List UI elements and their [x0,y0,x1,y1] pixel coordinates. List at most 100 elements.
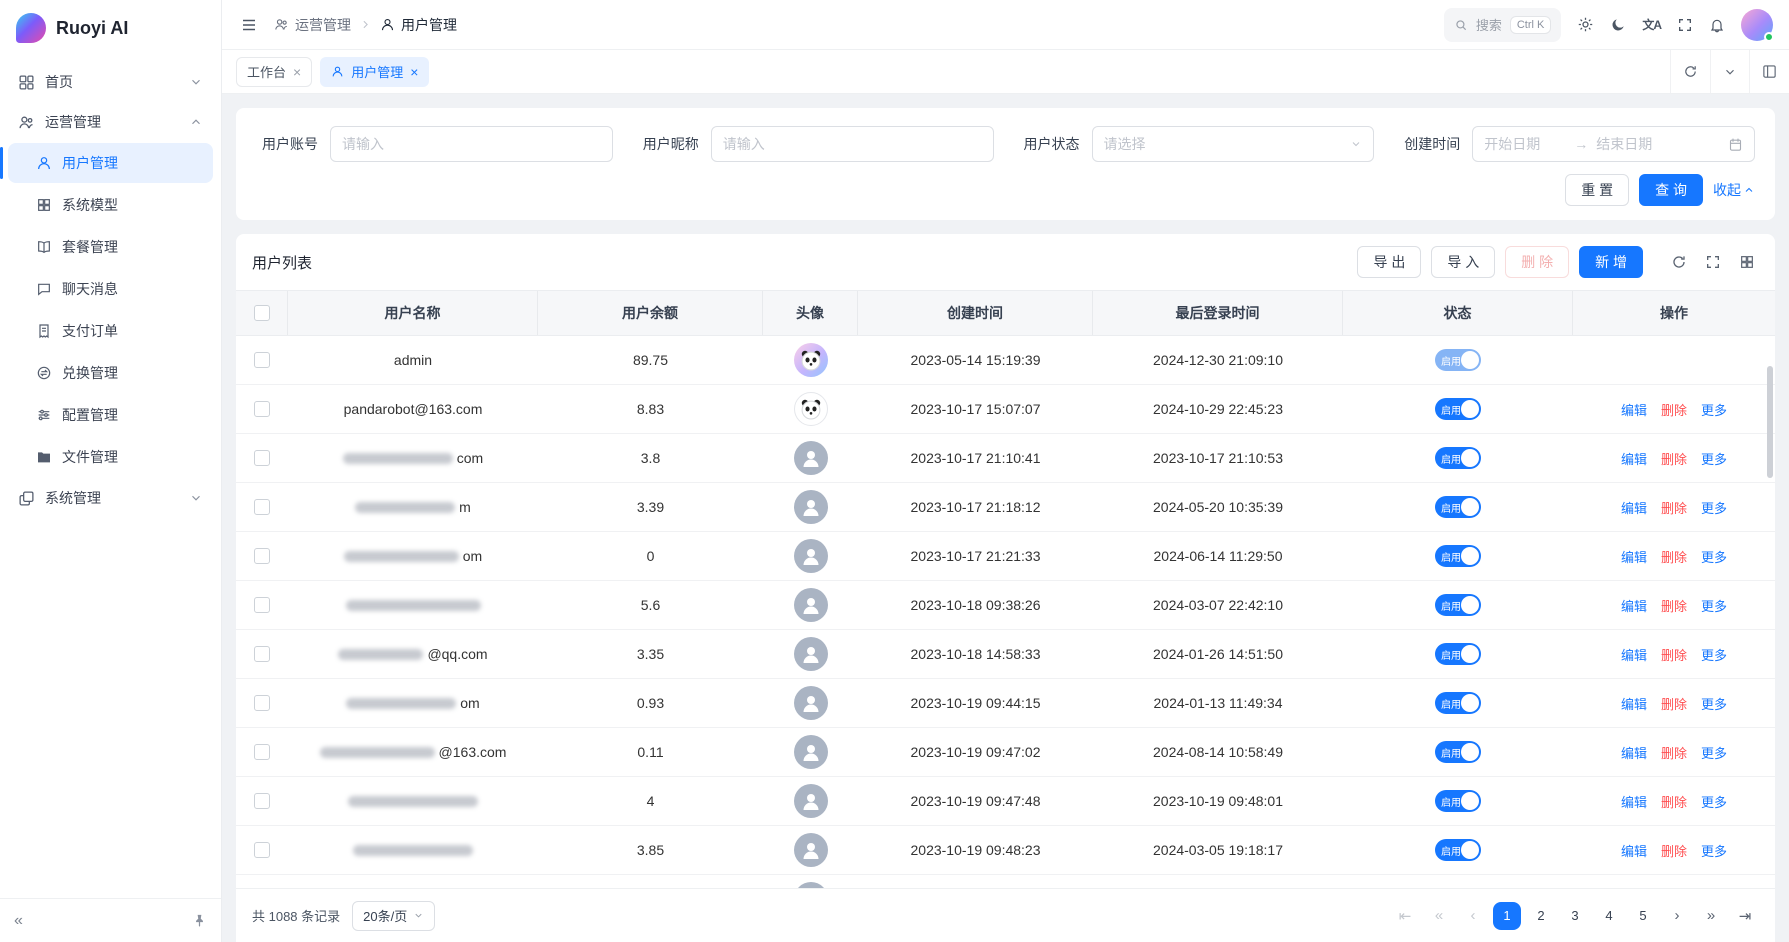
status-toggle[interactable]: 启用 [1435,643,1481,665]
chevron-down-icon[interactable] [1710,50,1749,93]
more-link[interactable]: 更多 [1701,841,1727,860]
sidebar-item-chat-messages[interactable]: 聊天消息 [8,269,213,309]
more-link[interactable]: 更多 [1701,645,1727,664]
status-toggle[interactable]: 启用 [1435,545,1481,567]
more-link[interactable]: 更多 [1701,449,1727,468]
export-button[interactable]: 导 出 [1357,246,1421,278]
more-link[interactable]: 更多 [1701,547,1727,566]
page-number-button[interactable]: 5 [1629,902,1657,930]
end-date-input[interactable] [1596,136,1678,152]
delete-link[interactable]: 删除 [1661,449,1687,468]
more-link[interactable]: 更多 [1701,792,1727,811]
row-checkbox[interactable] [254,842,270,858]
sidebar-item-home[interactable]: 首页 [8,62,213,102]
reset-button[interactable]: 重 置 [1565,174,1629,206]
maximize-icon[interactable] [1749,50,1789,93]
edit-link[interactable]: 编辑 [1621,694,1647,713]
edit-link[interactable]: 编辑 [1621,792,1647,811]
select-all-checkbox[interactable] [254,305,270,321]
sidebar-item-configuration[interactable]: 配置管理 [8,395,213,435]
sidebar-item-exchange[interactable]: 兑换管理 [8,353,213,393]
global-search[interactable]: 搜索 Ctrl K [1444,8,1562,42]
delete-button[interactable]: 删 除 [1505,246,1569,278]
search-button[interactable]: 查 询 [1639,174,1703,206]
page-number-button[interactable]: 2 [1527,902,1555,930]
sidebar-item-packages[interactable]: 套餐管理 [8,227,213,267]
nickname-input[interactable] [723,136,982,152]
edit-link[interactable]: 编辑 [1621,596,1647,615]
status-toggle[interactable]: 启用 [1435,692,1481,714]
status-toggle[interactable]: 启用 [1435,839,1481,861]
more-link[interactable]: 更多 [1701,743,1727,762]
page-number-button[interactable]: 4 [1595,902,1623,930]
page-number-button[interactable]: 1 [1493,902,1521,930]
delete-link[interactable]: 删除 [1661,400,1687,419]
start-date-input[interactable] [1484,136,1566,152]
column-settings-icon[interactable] [1735,250,1759,274]
edit-link[interactable]: 编辑 [1621,498,1647,517]
fullscreen-icon[interactable] [1677,17,1693,33]
sidebar-item-payment-orders[interactable]: 支付订单 [8,311,213,351]
row-checkbox[interactable] [254,548,270,564]
table-scrollbar[interactable] [1767,366,1773,478]
user-avatar[interactable] [1741,9,1773,41]
status-toggle[interactable]: 启用 [1435,398,1481,420]
more-link[interactable]: 更多 [1701,694,1727,713]
sidebar-item-system-management[interactable]: 系统管理 [8,478,213,518]
jump-forward-button[interactable]: » [1697,902,1725,930]
first-page-button[interactable]: ⇤ [1391,902,1419,930]
delete-link[interactable]: 删除 [1661,596,1687,615]
breadcrumb-operations[interactable]: 运营管理 [274,15,351,35]
moon-icon[interactable] [1610,17,1626,33]
edit-link[interactable]: 编辑 [1621,841,1647,860]
sidebar-item-operations[interactable]: 运营管理 [8,102,213,142]
close-icon[interactable]: × [410,64,418,80]
jump-back-button[interactable]: « [1425,902,1453,930]
bell-icon[interactable] [1709,17,1725,33]
page-number-button[interactable]: 3 [1561,902,1589,930]
hamburger-menu-icon[interactable] [240,16,258,34]
delete-link[interactable]: 删除 [1661,547,1687,566]
prev-page-button[interactable]: ‹ [1459,902,1487,930]
delete-link[interactable]: 删除 [1661,498,1687,517]
more-link[interactable]: 更多 [1701,498,1727,517]
tab-user-management[interactable]: 用户管理 × [320,57,429,87]
edit-link[interactable]: 编辑 [1621,400,1647,419]
row-checkbox[interactable] [254,499,270,515]
delete-link[interactable]: 删除 [1661,645,1687,664]
row-checkbox[interactable] [254,401,270,417]
tab-workbench[interactable]: 工作台 × [236,57,312,87]
status-toggle[interactable]: 启用 [1435,790,1481,812]
edit-link[interactable]: 编辑 [1621,645,1647,664]
translate-icon[interactable]: 文A [1642,16,1661,33]
edit-link[interactable]: 编辑 [1621,449,1647,468]
gear-icon[interactable] [1577,16,1594,33]
sidebar-item-user-management[interactable]: 用户管理 [8,143,213,183]
last-page-button[interactable]: ⇥ [1731,902,1759,930]
row-checkbox[interactable] [254,597,270,613]
status-toggle[interactable]: 启用 [1435,349,1481,371]
refresh-icon[interactable] [1667,250,1691,274]
edit-link[interactable]: 编辑 [1621,547,1647,566]
status-toggle[interactable]: 启用 [1435,594,1481,616]
status-toggle[interactable]: 启用 [1435,496,1481,518]
add-button[interactable]: 新 增 [1579,246,1643,278]
row-checkbox[interactable] [254,646,270,662]
delete-link[interactable]: 删除 [1661,694,1687,713]
sidebar-collapse-button[interactable]: « [14,913,23,929]
page-size-select[interactable]: 20条/页 [352,901,435,931]
expand-icon[interactable] [1701,250,1725,274]
refresh-icon[interactable] [1670,50,1710,93]
delete-link[interactable]: 删除 [1661,841,1687,860]
more-link[interactable]: 更多 [1701,400,1727,419]
collapse-filters-link[interactable]: 收起 [1713,180,1755,200]
sidebar-item-files[interactable]: 文件管理 [8,437,213,477]
status-toggle[interactable]: 启用 [1435,741,1481,763]
delete-link[interactable]: 删除 [1661,743,1687,762]
row-checkbox[interactable] [254,352,270,368]
row-checkbox[interactable] [254,744,270,760]
row-checkbox[interactable] [254,450,270,466]
pin-icon[interactable] [192,913,207,928]
date-range-picker[interactable]: → [1472,126,1755,162]
delete-link[interactable]: 删除 [1661,792,1687,811]
